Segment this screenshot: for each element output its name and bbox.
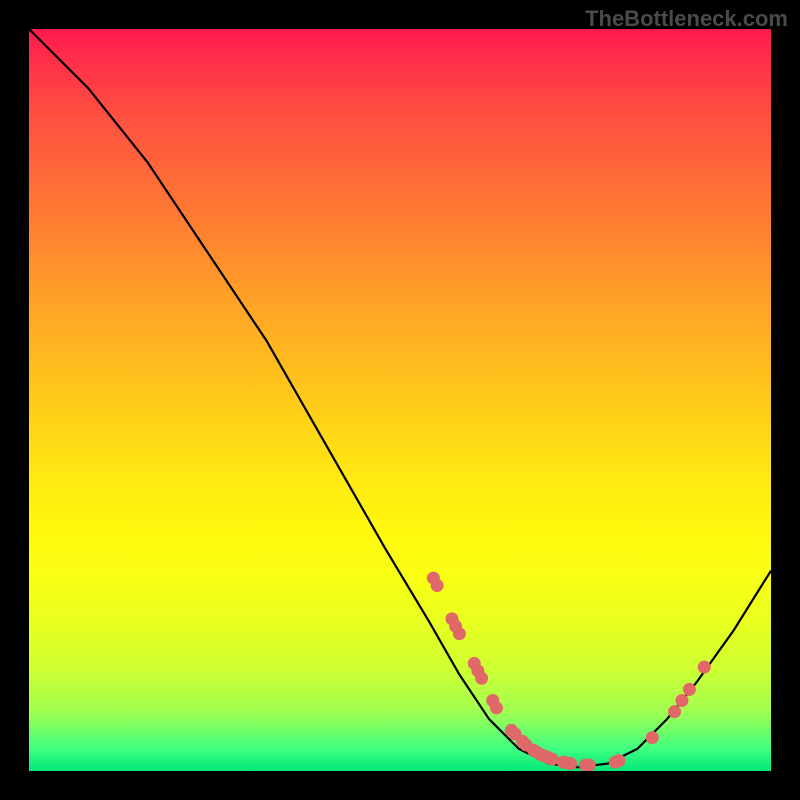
data-point xyxy=(675,694,688,707)
data-point xyxy=(583,759,596,771)
data-point xyxy=(668,705,681,718)
data-point xyxy=(475,672,488,685)
data-point xyxy=(453,627,466,640)
bottleneck-curve xyxy=(29,29,771,767)
data-point xyxy=(564,757,577,770)
chart-area xyxy=(29,29,771,771)
data-point xyxy=(546,753,559,766)
data-point xyxy=(646,731,659,744)
watermark-text: TheBottleneck.com xyxy=(585,6,788,32)
data-point xyxy=(698,661,711,674)
data-points-group xyxy=(427,572,711,771)
curve-group xyxy=(29,29,771,767)
data-point xyxy=(431,579,444,592)
data-point xyxy=(612,754,625,767)
data-point xyxy=(490,701,503,714)
chart-svg xyxy=(29,29,771,771)
data-point xyxy=(683,683,696,696)
